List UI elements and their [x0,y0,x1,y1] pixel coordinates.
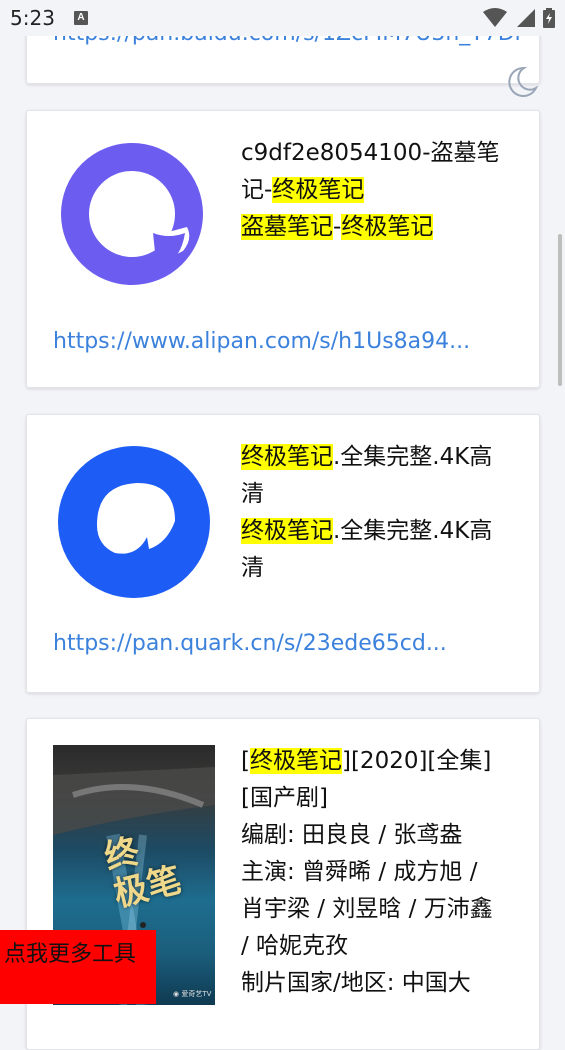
title-line: c9df2e8054100-盗墓笔 [241,140,500,166]
title-highlight: 盗墓笔记 [241,214,333,240]
title-line: 清 [241,555,264,581]
cast-line: 肖宇梁 / 刘昱晗 / 万沛鑫 [241,896,493,922]
status-bar: 5:23 A [0,0,565,36]
title-line: 记-终极笔记 [241,172,521,209]
more-tools-button[interactable]: 点我更多工具 [0,930,156,1004]
scrollbar[interactable] [558,234,562,386]
cast-line: 主演: 曾舜晞 / 成方旭 / [241,859,478,885]
country-line: 制片国家/地区: 中国大 [241,970,471,996]
title-text: 记- [241,177,273,203]
alipan-logo-icon [61,143,203,285]
title-highlight: 终极笔记 [341,214,434,240]
result-card-alipan[interactable]: c9df2e8054100-盗墓笔 记-终极笔记 盗墓笔记-终极笔记 https… [26,110,540,388]
title-line: 终极笔记.全集完整.4K高 [241,439,521,476]
result-info: [终极笔记][2020][全集] [国产剧] 编剧: 田良良 / 张鸢盎 主演:… [241,743,521,1002]
title-line: [终极笔记][2020][全集] [241,743,521,780]
title-text: ][2020][全集] [341,748,492,774]
battery-icon [543,8,555,28]
title-line: 清 [241,481,264,507]
status-icons [483,8,555,28]
more-tools-label: 点我更多工具 [4,942,137,967]
title-highlight: 终极笔记 [272,177,365,203]
title-highlight: 终极笔记 [241,518,333,544]
result-link[interactable]: https://pan.quark.cn/s/23ede65cd... [53,631,447,656]
result-card-quark[interactable]: 终极笔记.全集完整.4K高 清 终极笔记.全集完整.4K高 清 https://… [26,414,540,693]
title-line: 终极笔记.全集完整.4K高 [241,513,521,550]
wifi-icon [483,8,507,27]
title-text: .全集完整.4K高 [333,444,493,470]
writer-line: 编剧: 田良良 / 张鸢盎 [241,822,463,848]
title-line: [国产剧] [241,785,328,811]
signal-icon [517,9,535,27]
result-title: c9df2e8054100-盗墓笔 记-终极笔记 盗墓笔记-终极笔记 [241,135,521,246]
result-title: 终极笔记.全集完整.4K高 清 终极笔记.全集完整.4K高 清 [241,439,521,587]
title-highlight: 终极笔记 [241,444,333,470]
notification-badge-icon: A [74,11,88,25]
title-line: 盗墓笔记-终极笔记 [241,209,521,246]
poster-brand: ◉ 爱奇艺TV [173,990,212,998]
title-text: .全集完整.4K高 [333,518,493,544]
status-time: 5:23 [10,6,55,30]
cast-line: / 哈妮克孜 [241,933,349,959]
moon-icon[interactable] [504,64,540,100]
quark-logo-icon [58,446,210,598]
result-link[interactable]: https://www.alipan.com/s/h1Us8a94... [53,329,470,354]
title-highlight: 终极笔记 [249,748,342,774]
title-text: [ [241,748,250,774]
